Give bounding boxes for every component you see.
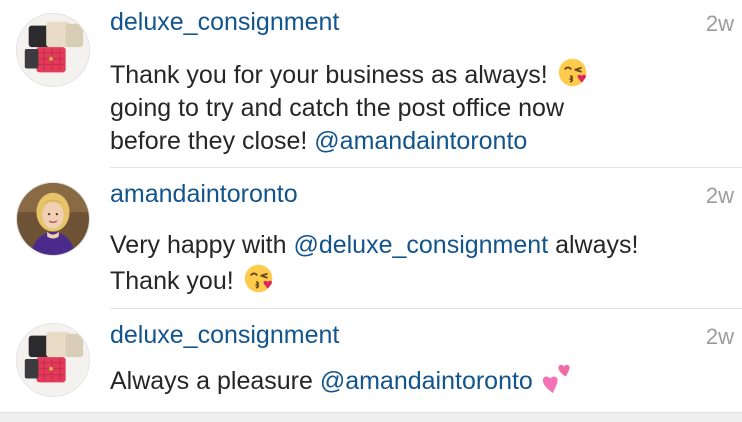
comment-text: Thank you for your business as always! g… [110, 56, 702, 158]
kissing-face-with-heart-icon [557, 56, 590, 89]
comment-item: amandaintoronto 2w Very happy with @delu… [0, 168, 742, 309]
timestamp: 2w [705, 183, 734, 208]
comment-item: deluxe_consignment 2w Always a pleasure … [0, 309, 742, 412]
comment-text-segment: Thank you! [110, 267, 241, 295]
comment-text-segment: Very happy with [110, 231, 294, 259]
avatar[interactable] [16, 323, 90, 397]
comment-text: Very happy with @deluxe_consignment alwa… [110, 229, 702, 298]
username-link[interactable]: deluxe_consignment [110, 7, 339, 37]
comment-text-segment: always! [548, 231, 639, 259]
comment-list: deluxe_consignment 2w Thank you for your… [0, 0, 742, 412]
comment-line: Very happy with @deluxe_consignment alwa… [110, 229, 702, 262]
comment-line: Thank you! [110, 262, 702, 298]
mention-link[interactable]: @deluxe_consignment [293, 231, 548, 259]
woman-portrait-avatar-image [17, 183, 89, 255]
comment-text-segment: Always a pleasure [110, 367, 320, 395]
mention-link[interactable]: @amandaintoronto [320, 367, 533, 395]
comment-text: Always a pleasure @amandaintoronto [110, 362, 702, 398]
timestamp: 2w [705, 11, 734, 36]
username-link[interactable]: amandaintoronto [110, 179, 298, 209]
comment-text-segment: before they close! [110, 127, 315, 155]
avatar[interactable] [16, 182, 90, 256]
kissing-face-with-heart-icon [243, 262, 276, 295]
handbags-avatar-image [17, 14, 89, 86]
comment-line: before they close! @amandaintoronto [110, 125, 702, 158]
avatar[interactable] [16, 13, 90, 87]
comment-item: deluxe_consignment 2w Thank you for your… [0, 0, 742, 168]
two-hearts-icon [542, 362, 575, 395]
comment-line: Always a pleasure @amandaintoronto [110, 362, 702, 398]
comment-line: Thank you for your business as always! [110, 56, 702, 92]
comment-text-segment: Thank you for your business as always! [110, 61, 555, 89]
handbags-avatar-image [17, 324, 89, 396]
comment-line: going to try and catch the post office n… [110, 94, 564, 122]
mention-link[interactable]: @amandaintoronto [314, 127, 527, 155]
username-link[interactable]: deluxe_consignment [110, 320, 339, 350]
timestamp: 2w [705, 324, 734, 349]
